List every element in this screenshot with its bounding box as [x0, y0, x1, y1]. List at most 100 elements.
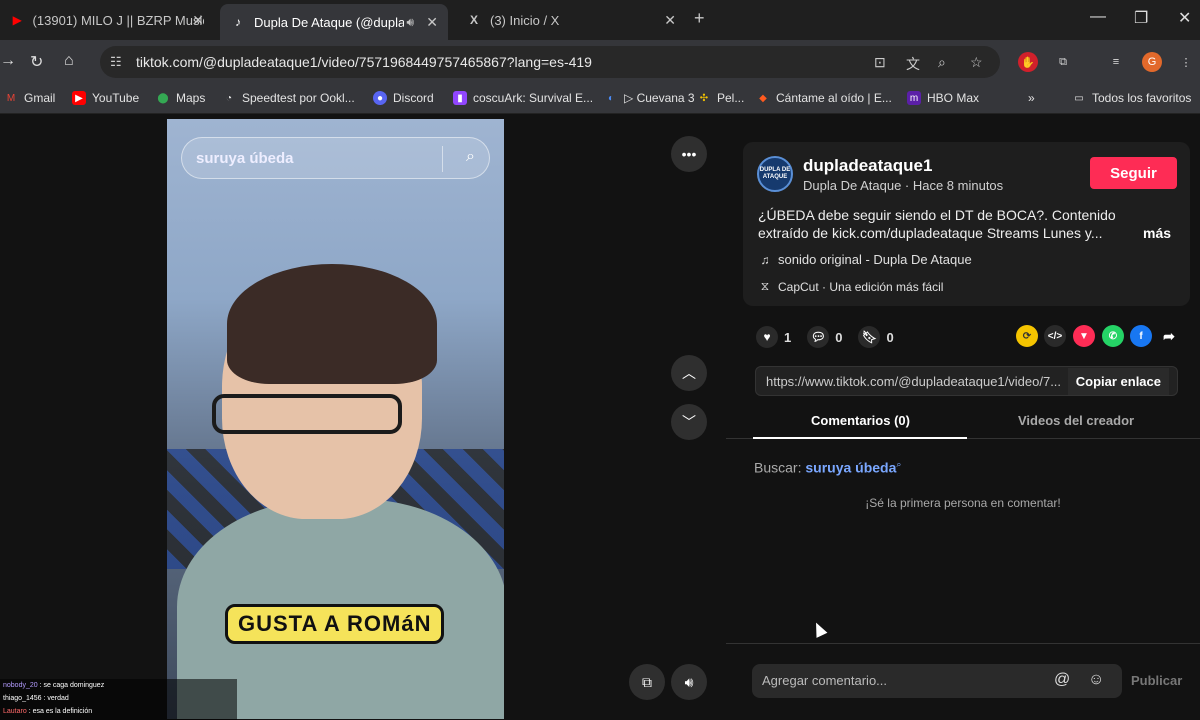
discord-icon: ● — [373, 91, 387, 105]
close-icon[interactable]: ✕ — [426, 14, 438, 31]
bookmark-hbomax[interactable]: m HBO Max — [907, 91, 979, 105]
bookmark-label: HBO Max — [927, 91, 980, 105]
bookmark-label: Maps — [176, 91, 206, 105]
embed-icon[interactable]: </> — [1044, 325, 1066, 347]
send-icon[interactable]: ▼ — [1073, 325, 1095, 347]
share-link-box: https://www.tiktok.com/@dupladeataque1/v… — [755, 366, 1178, 396]
next-video-button[interactable]: ﹀ — [671, 404, 707, 440]
divider — [726, 643, 1200, 644]
avatar[interactable]: DUPLA DE ATAQUE — [757, 156, 793, 192]
save-count: 0 — [886, 329, 894, 345]
close-icon[interactable]: ✕ — [192, 12, 204, 29]
follow-button[interactable]: Seguir — [1090, 157, 1177, 189]
chevron-down-icon: ﹀ — [682, 414, 696, 430]
bookmarks-overflow-icon[interactable]: » — [1028, 91, 1035, 105]
author-subline: Dupla De Ataque · Hace 8 minutos — [803, 178, 1004, 193]
music-link[interactable]: ♫ sonido original - Dupla De Ataque — [758, 252, 972, 267]
post-info-card: DUPLA DE ATAQUE dupladeataque1 Dupla De … — [743, 142, 1190, 306]
new-tab-button[interactable]: + — [694, 8, 705, 29]
comment-input[interactable]: Agregar comentario... @ ☺ — [752, 664, 1122, 698]
bookmark-coscuark[interactable]: ▮ coscuArk: Survival E... — [453, 91, 593, 105]
url-text: tiktok.com/@dupladeataque1/video/7571968… — [136, 54, 592, 70]
tab-comments[interactable]: Comentarios (0) — [811, 413, 910, 428]
emoji-icon[interactable]: ☺ — [1088, 671, 1104, 689]
share-link-text[interactable]: https://www.tiktok.com/@dupladeataque1/v… — [766, 374, 1061, 389]
speedtest-icon: ◔ — [225, 92, 233, 104]
comments-tabs: Comentarios (0) Videos del creador — [726, 405, 1200, 439]
repost-icon[interactable]: ⟳ — [1016, 325, 1038, 347]
forward-icon[interactable]: → — [0, 52, 16, 70]
bookmark-youtube[interactable]: ▶ YouTube — [72, 91, 139, 105]
more-options-button[interactable]: ••• — [671, 136, 707, 172]
translate-icon[interactable]: 文 — [906, 54, 920, 74]
bookmark-maps[interactable]: ⬤ Maps — [156, 91, 205, 105]
chat-line: thiago_1456 : verdad — [3, 692, 237, 705]
bookmark-label: Todos los favoritos — [1092, 91, 1192, 105]
mention-icon[interactable]: @ — [1054, 671, 1070, 689]
video-player[interactable]: suruya úbeda ⌕ GUSTA A ROMáN — [167, 119, 504, 719]
speaker-icon: 🔊︎ — [684, 673, 694, 690]
minimize-icon[interactable]: — — [1090, 8, 1106, 26]
profile-avatar[interactable]: G — [1142, 52, 1162, 72]
share-icon[interactable]: ➦ — [1158, 325, 1180, 347]
bookmark-cuevana[interactable]: ◐ ▷ Cuevana 3 — [604, 91, 695, 105]
bookmark-label: Pel... — [717, 91, 745, 105]
bookmark-speedtest[interactable]: ◔ Speedtest por Ookl... — [222, 91, 355, 105]
tiktok-icon: ♪ — [235, 15, 241, 29]
video-search-query: suruya úbeda — [196, 150, 294, 167]
copy-link-button[interactable]: Copiar enlace — [1067, 368, 1169, 395]
search-term-link[interactable]: suruya úbeda — [805, 460, 896, 476]
video-search-box[interactable]: suruya úbeda ⌕ — [181, 137, 490, 179]
media-control-icon[interactable]: ≡ — [1106, 52, 1126, 72]
person-hair — [227, 264, 437, 384]
search-icon[interactable]: ⌕ — [466, 148, 475, 166]
bookmark-star-icon[interactable]: ☆ — [970, 54, 983, 71]
whatsapp-icon[interactable]: ✆ — [1102, 325, 1124, 347]
x-icon: X — [469, 13, 478, 27]
chat-line: nobody_20 : se caga dominguez — [3, 679, 237, 692]
puzzle-icon[interactable]: ⧉ — [1053, 52, 1073, 72]
restore-icon[interactable]: ❐ — [1134, 8, 1148, 28]
close-window-icon[interactable]: ✕ — [1178, 8, 1191, 28]
address-bar[interactable]: ☷ tiktok.com/@dupladeataque1/video/75719… — [100, 46, 1000, 78]
browser-toolbar: → ↻ ⌂ ☷ tiktok.com/@dupladeataque1/video… — [0, 40, 1200, 84]
bookmark-cantame[interactable]: ◆ Cántame al oído | E... — [756, 91, 892, 105]
chevron-up-icon: ︿ — [682, 365, 696, 381]
save-button[interactable]: 🔖︎ 0 — [858, 326, 894, 348]
tab-tiktok[interactable]: ♪ Dupla De Ataque (@duplad 🔊︎ ✕ — [220, 4, 448, 40]
comment-button[interactable]: 💬︎ 0 — [807, 326, 842, 348]
previous-video-button[interactable]: ︿ — [671, 355, 707, 391]
site-info-icon[interactable]: ☷ — [110, 54, 122, 70]
reload-icon[interactable]: ↻ — [30, 52, 43, 72]
speaker-icon[interactable]: 🔊︎ — [406, 15, 414, 30]
tab-title: Dupla De Ataque (@duplad — [254, 14, 404, 30]
tab-creator-videos[interactable]: Videos del creador — [1018, 413, 1134, 428]
floating-player-button[interactable]: ⧉ — [629, 664, 665, 700]
capcut-link[interactable]: ⧖ CapCut · Una edición más fácil — [758, 279, 944, 294]
bookmark-pel[interactable]: ✣ Pel... — [697, 91, 745, 105]
like-button[interactable]: ♥ 1 — [756, 326, 791, 348]
all-bookmarks[interactable]: ▭ Todos los favoritos — [1072, 91, 1191, 105]
facebook-icon[interactable]: f — [1130, 325, 1152, 347]
volume-button[interactable]: 🔊︎ — [671, 664, 707, 700]
home-icon[interactable]: ⌂ — [64, 52, 74, 70]
username[interactable]: dupladeataque1 — [803, 156, 932, 176]
tab-youtube[interactable]: ▶ (13901) MILO J || BZRP Music S ✕ — [0, 4, 214, 36]
divider — [442, 146, 443, 172]
menu-icon[interactable]: ⋮ — [1176, 52, 1196, 72]
bookmark-label: Gmail — [24, 91, 56, 105]
bookmark-gmail[interactable]: M Gmail — [4, 91, 56, 105]
bookmark-discord[interactable]: ● Discord — [373, 91, 434, 105]
tab-x[interactable]: X (3) Inicio / X ✕ — [456, 4, 686, 36]
tab-title: (13901) MILO J || BZRP Music S — [32, 12, 204, 28]
zoom-icon[interactable]: ⌕ — [938, 54, 946, 71]
close-icon[interactable]: ✕ — [664, 12, 676, 29]
capcut-icon: ⧖ — [760, 279, 770, 293]
bookmark-label: Discord — [393, 91, 434, 105]
bookmark-label: Speedtest por Ookl... — [242, 91, 355, 105]
install-app-icon[interactable]: ⊡ — [874, 54, 886, 71]
extension-icon[interactable]: ✋ — [1018, 52, 1038, 72]
stream-chat-overlay: nobody_20 : se caga dominguez thiago_145… — [0, 679, 237, 720]
more-link[interactable]: más — [1143, 225, 1171, 241]
publish-button[interactable]: Publicar — [1131, 673, 1182, 688]
